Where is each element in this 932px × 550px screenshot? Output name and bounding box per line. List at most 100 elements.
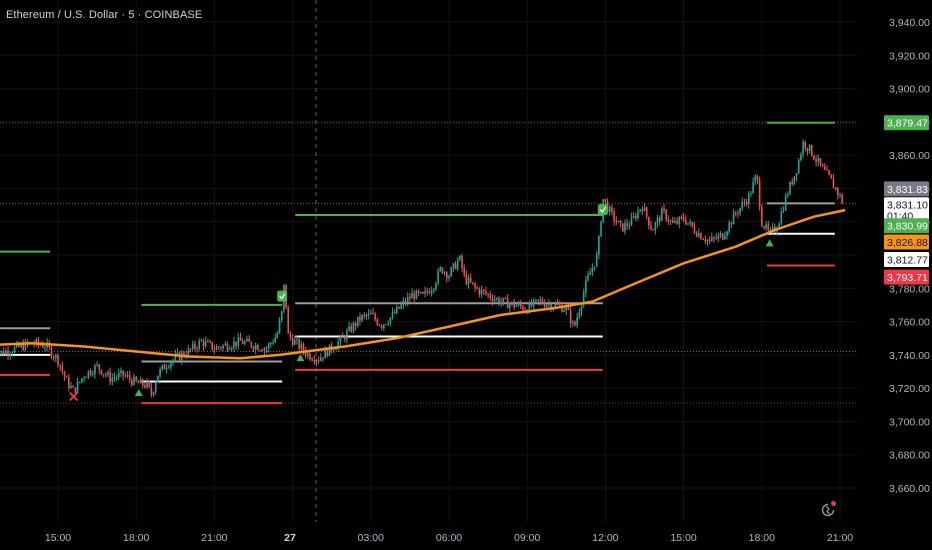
candle-body — [274, 337, 277, 343]
candle-body — [446, 272, 448, 279]
candle-body — [430, 290, 433, 294]
candle-body — [313, 360, 316, 362]
candle-body — [658, 217, 661, 222]
candle-body — [228, 349, 231, 351]
candle-body — [802, 142, 804, 155]
candle-body — [176, 352, 179, 355]
candle-body — [563, 310, 565, 312]
candle-body — [689, 221, 691, 224]
candle-body — [194, 343, 196, 349]
time-tick-label: 18:00 — [749, 532, 775, 544]
candle-body — [593, 266, 596, 268]
price-chart[interactable]: 3,940.003,920.003,900.003,880.003,860.00… — [0, 0, 932, 550]
candle-body — [237, 337, 240, 346]
candle-body — [311, 359, 313, 361]
candle-body — [341, 336, 344, 338]
price-label-text: 3,831.83 — [887, 184, 928, 196]
candle-body — [120, 370, 122, 374]
time-axis[interactable]: 15:00 18:00 21:00 27 03:00 06:00 09:00 12:00 15:… — [45, 532, 853, 544]
candle-body — [639, 209, 641, 211]
candle-body — [233, 341, 235, 348]
candle-body — [363, 314, 366, 316]
exit-x-icon — [69, 391, 79, 402]
candle-body — [474, 283, 476, 288]
candle-body — [587, 274, 589, 281]
price-tick-label: 3,740.00 — [889, 350, 930, 362]
candle-body — [591, 267, 594, 273]
candle-body — [204, 341, 207, 347]
check-badge-icon — [277, 290, 288, 302]
candle-body — [724, 235, 726, 240]
candle-body — [485, 290, 487, 294]
candle-body — [122, 370, 124, 376]
candle-body — [789, 182, 791, 195]
candle-body — [150, 386, 153, 395]
candle-body — [365, 314, 368, 316]
candle-body — [400, 304, 403, 309]
candle-body — [626, 223, 628, 226]
candle-body — [11, 352, 14, 354]
candle-body — [154, 382, 157, 393]
candle-body — [343, 336, 346, 340]
candle-body — [161, 365, 164, 370]
candle-body — [383, 324, 385, 328]
candle-body — [59, 364, 61, 366]
reload-icon[interactable] — [816, 498, 840, 522]
candle-body — [198, 340, 200, 349]
candle-body — [721, 233, 724, 240]
candle-body — [669, 220, 672, 222]
candle-body — [157, 375, 159, 383]
candle-body — [315, 360, 318, 362]
candle-body — [637, 210, 639, 219]
candle-body — [706, 239, 709, 242]
candle-body — [159, 369, 161, 376]
candle-body — [574, 321, 576, 326]
candle-body — [823, 166, 826, 170]
candle-body — [841, 194, 843, 203]
candle-body — [270, 343, 272, 345]
candle-body — [148, 381, 151, 387]
candle-body — [50, 347, 53, 358]
candle-body — [650, 225, 652, 230]
candle-body — [211, 342, 214, 350]
candle-body — [476, 287, 479, 289]
candle-body — [600, 221, 602, 237]
candle-body — [509, 304, 511, 309]
candle-body — [472, 282, 474, 284]
candle-body — [535, 299, 537, 301]
candle-body — [619, 221, 622, 224]
candle-body — [222, 345, 224, 349]
candle-body — [595, 254, 598, 267]
candle-body — [115, 377, 118, 379]
candle-body — [189, 348, 192, 350]
candle-body — [300, 344, 303, 349]
candle-body — [278, 320, 281, 333]
candle-body — [320, 357, 322, 361]
time-tick-label: 27 — [284, 532, 296, 544]
candle-body — [350, 326, 353, 332]
candle-body — [737, 213, 739, 215]
candle-body — [585, 280, 587, 293]
candle-body — [489, 294, 492, 299]
candle-body — [717, 235, 720, 239]
price-tick-label: 3,700.00 — [889, 416, 930, 428]
candle-body — [78, 381, 81, 383]
candle-body — [144, 385, 146, 388]
candle-body — [44, 347, 46, 349]
time-tick-label: 15:00 — [45, 532, 71, 544]
candle-body — [226, 343, 229, 350]
price-label-text: 3,826.88 — [887, 237, 928, 249]
candle-body — [702, 238, 704, 240]
candle-body — [81, 378, 83, 382]
candle-body — [504, 297, 507, 299]
candle-body — [326, 349, 329, 357]
candle-body — [704, 239, 707, 242]
candle-body — [780, 211, 783, 224]
candle-body — [756, 175, 759, 181]
candle-body — [324, 349, 326, 359]
candle-body — [215, 346, 218, 350]
candle-body — [656, 217, 659, 223]
candle-body — [715, 237, 717, 239]
candle-body — [615, 220, 618, 223]
candle-body — [828, 170, 830, 175]
